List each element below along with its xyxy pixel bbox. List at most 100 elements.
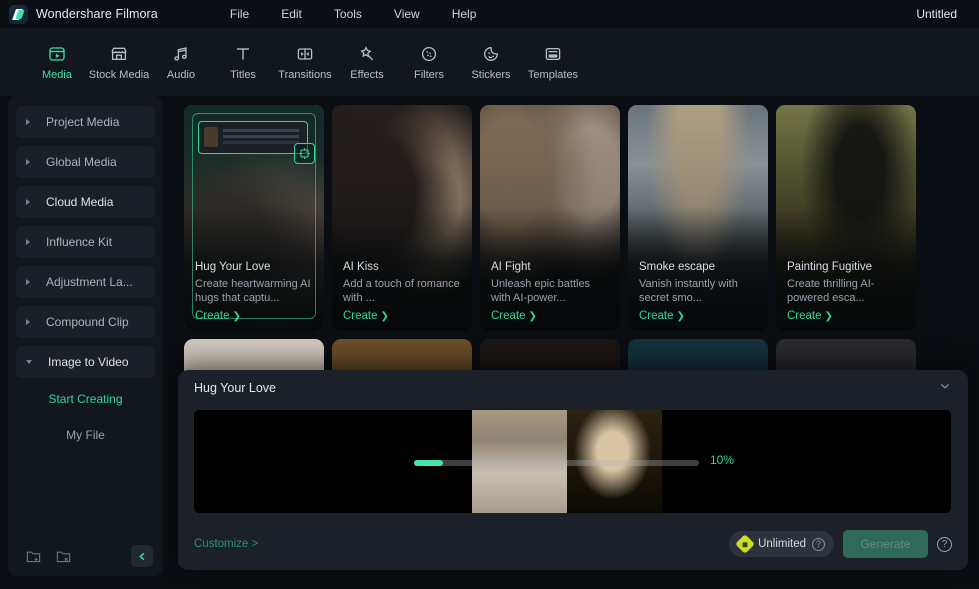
generate-label: Generate: [860, 537, 911, 551]
sidebar-item-cloud-media[interactable]: Cloud Media: [16, 186, 155, 218]
sidebar-subitem-my-file[interactable]: My File: [16, 422, 155, 448]
tab-effects[interactable]: Effects: [336, 43, 398, 81]
chevron-right-icon: [26, 319, 30, 325]
progress-fill: [414, 460, 443, 466]
card-description: Add a touch of romance with ...: [343, 278, 460, 304]
menu-item-edit[interactable]: Edit: [265, 3, 318, 25]
preview-canvas: 10%: [194, 410, 951, 513]
tab-filters[interactable]: Filters: [398, 43, 460, 81]
sidebar-subitem-label: Start Creating: [48, 392, 123, 406]
card-create-button[interactable]: Create ❯: [195, 310, 314, 322]
tab-templates[interactable]: Templates: [522, 43, 584, 81]
title-bar: Wondershare Filmora File Edit Tools View…: [0, 0, 979, 28]
tab-stock-media[interactable]: Stock Media: [88, 43, 150, 81]
tab-transitions-label: Transitions: [278, 69, 332, 81]
tab-titles[interactable]: Titles: [212, 43, 274, 81]
filmora-window: Wondershare Filmora File Edit Tools View…: [0, 0, 979, 589]
card-create-button[interactable]: Create ❯: [787, 310, 906, 322]
tab-transitions[interactable]: Transitions: [274, 43, 336, 81]
panel-footer: Customize > Unlimited ? Generate ?: [178, 518, 968, 570]
unlimited-label: Unlimited: [758, 538, 806, 550]
card-create-button[interactable]: Create ❯: [639, 310, 758, 322]
chevron-right-icon: ❯: [380, 310, 389, 322]
progress-percent-label: 10%: [710, 453, 735, 467]
tab-titles-label: Titles: [230, 69, 256, 81]
menu-item-tools[interactable]: Tools: [318, 3, 378, 25]
card-meta: Smoke escape Vanish instantly with secre…: [639, 261, 758, 322]
generate-help-icon[interactable]: ?: [937, 536, 952, 552]
tab-stickers-label: Stickers: [471, 69, 511, 81]
template-card-ai-fight[interactable]: AI Fight Unleash epic battles with AI-po…: [480, 105, 620, 331]
sidebar-collapse-button[interactable]: [131, 545, 153, 567]
card-create-button[interactable]: Create ❯: [491, 310, 610, 322]
template-card-ai-kiss[interactable]: AI Kiss Add a touch of romance with ... …: [332, 105, 472, 331]
tab-media-label: Media: [42, 69, 72, 81]
chevron-right-icon: [26, 119, 30, 125]
chevron-right-icon: ❯: [232, 310, 241, 322]
folder-delete-icon[interactable]: [48, 548, 78, 565]
tab-filters-label: Filters: [414, 69, 444, 81]
tab-stickers[interactable]: Stickers: [460, 43, 522, 81]
card-create-label: Create: [491, 310, 526, 322]
chevron-right-icon: [26, 199, 30, 205]
titles-icon: [233, 43, 253, 65]
tab-media[interactable]: Media: [26, 43, 88, 81]
effects-icon: [357, 43, 377, 65]
card-description: Create thrilling AI-powered esca...: [787, 278, 875, 304]
unlimited-badge[interactable]: Unlimited ?: [729, 531, 834, 557]
card-create-button[interactable]: Create ❯: [343, 310, 462, 322]
tab-audio[interactable]: Audio: [150, 43, 212, 81]
card-title: Hug Your Love: [195, 261, 271, 273]
sidebar-item-image-to-video[interactable]: Image to Video: [16, 346, 155, 378]
card-title: Painting Fugitive: [787, 261, 873, 273]
sidebar-subitem-label: My File: [66, 428, 105, 442]
card-meta: Painting Fugitive Create thrilling AI-po…: [787, 261, 906, 322]
chevron-right-icon: [26, 279, 30, 285]
filters-icon: [419, 43, 439, 65]
app-title: Wondershare Filmora: [36, 7, 158, 21]
sidebar-item-label: Cloud Media: [46, 195, 114, 209]
panel-header: Hug Your Love: [178, 370, 968, 406]
template-card-hug-your-love[interactable]: Hug Your Love Create heartwarming AI hug…: [184, 105, 324, 331]
chevron-right-icon: [26, 239, 30, 245]
stock-media-icon: [109, 43, 129, 65]
audio-icon: [171, 43, 191, 65]
template-grid-row-1: Hug Your Love Create heartwarming AI hug…: [184, 105, 916, 331]
chevron-down-icon: [940, 383, 950, 389]
ai-badge-icon: [294, 143, 315, 164]
card-meta: AI Fight Unleash epic battles with AI-po…: [491, 261, 610, 322]
card-description: Create heartwarming AI hugs that captu..…: [195, 278, 311, 304]
customize-link[interactable]: Customize >: [194, 538, 258, 550]
menu-item-view[interactable]: View: [378, 3, 436, 25]
card-description: Unleash epic battles with AI-power...: [491, 278, 591, 304]
sidebar-item-compound-clip[interactable]: Compound Clip: [16, 306, 155, 338]
tab-stock-media-label: Stock Media: [88, 69, 150, 81]
transitions-icon: [295, 43, 315, 65]
tab-audio-label: Audio: [166, 69, 196, 81]
sidebar-item-project-media[interactable]: Project Media: [16, 106, 155, 138]
menu-item-help[interactable]: Help: [436, 3, 493, 25]
sidebar-item-label: Compound Clip: [46, 315, 129, 329]
template-card-painting-fugitive[interactable]: Painting Fugitive Create thrilling AI-po…: [776, 105, 916, 331]
sidebar-item-global-media[interactable]: Global Media: [16, 146, 155, 178]
filmora-logo-icon: [9, 4, 28, 24]
project-name: Untitled: [916, 7, 957, 21]
tab-templates-label: Templates: [527, 69, 579, 81]
sidebar-subitem-start-creating[interactable]: Start Creating: [16, 386, 155, 412]
panel-actions: Unlimited ? Generate ?: [729, 530, 952, 558]
chevron-down-icon: [26, 360, 32, 364]
help-icon[interactable]: ?: [812, 537, 825, 551]
card-create-label: Create: [787, 310, 822, 322]
menu-item-file[interactable]: File: [214, 3, 265, 25]
generate-button[interactable]: Generate: [843, 530, 928, 558]
template-card-smoke-escape[interactable]: Smoke escape Vanish instantly with secre…: [628, 105, 768, 331]
sidebar-item-influence-kit[interactable]: Influence Kit: [16, 226, 155, 258]
card-title: AI Fight: [491, 261, 531, 273]
folder-add-icon[interactable]: [18, 548, 48, 565]
sidebar-item-adjustment-layer[interactable]: Adjustment La...: [16, 266, 155, 298]
progress-track: [414, 460, 699, 466]
chevron-left-icon: [138, 552, 144, 560]
panel-collapse-button[interactable]: [938, 379, 952, 398]
sidebar-footer: [8, 536, 163, 576]
card-create-label: Create: [195, 310, 230, 322]
